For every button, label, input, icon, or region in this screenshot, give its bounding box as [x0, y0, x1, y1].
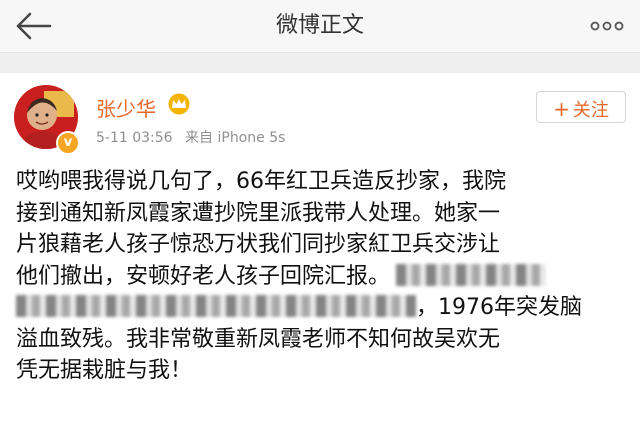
- author-name[interactable]: 张少华: [96, 93, 156, 122]
- page-title: 微博正文: [275, 13, 364, 38]
- post-line: 片狼藉老人孩子惊恐万状我们同抄家紅卫兵交涉让: [16, 232, 501, 257]
- post-meta: 5-11 03:56 来自 iPhone 5s: [96, 127, 293, 147]
- nav-bar: 微博正文: [0, 0, 640, 53]
- post-source: 来自 iPhone 5s: [185, 130, 286, 146]
- post-line: 接到通知新凤霞家遭抄院里派我带人处理。她家一: [16, 200, 501, 226]
- section-gap: [0, 53, 640, 73]
- follow-button[interactable]: + 关注: [536, 91, 626, 123]
- more-dots-icon[interactable]: [588, 14, 626, 38]
- follow-label: 关注: [572, 100, 609, 121]
- plus-icon: +: [553, 97, 570, 121]
- post-line: 哎哟喂我得说几句了，66年红卫兵造反抄家，我院: [16, 169, 506, 194]
- redacted-text: [396, 263, 547, 286]
- post-line-text: ，1976年突发脑: [416, 295, 582, 320]
- post-line: 凭无据栽脏与我！: [16, 358, 193, 383]
- post-line: ，1976年突发脑: [16, 292, 628, 324]
- verified-badge: v: [56, 131, 80, 155]
- post-header: v 张少华 5-11 03:56 来自 iPhone 5s + 关注: [0, 73, 640, 163]
- post-body: 哎哟喂我得说几句了，66年红卫兵造反抄家，我院 接到通知新凤霞家遭抄院里派我带人…: [16, 166, 628, 387]
- post-date: 5-11 03:56: [96, 130, 173, 146]
- post-line-text: 他们撤出，安顿好老人孩子回院汇报。: [16, 263, 391, 289]
- post-line: 他们撤出，安顿好老人孩子回院汇报。: [16, 261, 628, 293]
- redacted-text: [16, 295, 416, 317]
- post-line: 溢血致残。我非常敬重新凤霞老师不知何故吴欢无: [16, 326, 501, 352]
- crown-icon: [168, 93, 190, 115]
